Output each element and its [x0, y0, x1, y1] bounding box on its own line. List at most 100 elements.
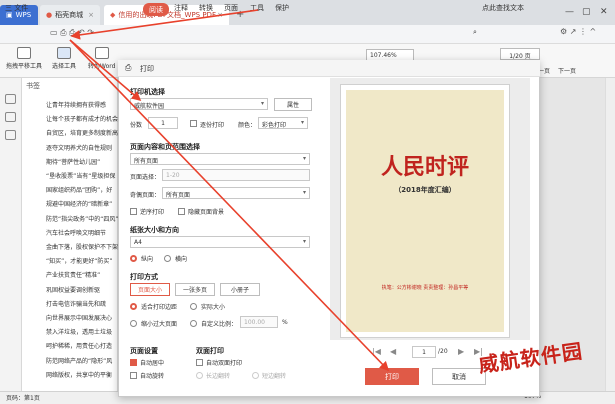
close-icon[interactable]: × — [217, 11, 223, 19]
bookmark-item[interactable]: 防范网络产品的“隐形”风 — [46, 356, 112, 365]
bookmark-item[interactable]: 期待“菩萨性幼儿园” — [46, 157, 100, 166]
bookmark-item[interactable]: 巩固权益要调创新驱 — [46, 285, 100, 294]
page-input[interactable]: 1/20 页 — [500, 48, 540, 60]
paper-select[interactable]: A4 ▾ — [130, 236, 310, 248]
bookmark-item[interactable]: 打击电信诈骗当先和疏 — [46, 299, 106, 308]
fit-margin-radio[interactable] — [130, 303, 137, 310]
actual-size-radio[interactable] — [190, 303, 197, 310]
auto-center-checkbox[interactable] — [130, 359, 137, 366]
bookmark-item[interactable]: 防范“指尖政务”中的“四风” — [46, 214, 118, 223]
auto-rotate-label: 自动旋转 — [140, 373, 165, 380]
search-text[interactable]: 点此查找文本 — [482, 3, 524, 13]
word-icon — [94, 47, 109, 59]
bookmark-item[interactable]: 国家组织药品“团购”，好 — [46, 185, 112, 194]
duplex-section-title: 双面打印 — [196, 347, 224, 355]
bookmark-item[interactable]: 禁入洋垃圾，透用土垃圾 — [46, 327, 112, 336]
printer-value: 威航软件园 — [134, 103, 165, 110]
thumbnail-icon[interactable] — [5, 112, 16, 122]
bookmark-item[interactable]: “垦收股票”当有“星级担保 — [46, 171, 115, 180]
hide-bg-checkbox[interactable] — [178, 208, 185, 215]
bookmark-title: 书签 — [26, 82, 40, 90]
select-tool-button[interactable]: 选择工具 — [52, 47, 76, 70]
landscape-radio[interactable] — [164, 255, 171, 262]
color-value: 彩色打印 — [262, 122, 287, 129]
close-icon[interactable]: × — [88, 11, 94, 19]
page-select-input[interactable]: 1-20 — [162, 169, 310, 181]
portrait-radio[interactable] — [130, 255, 137, 262]
bookmark-panel-icon[interactable] — [5, 94, 16, 104]
range-select[interactable]: 所有页面 ▾ — [130, 153, 310, 165]
hand-tool-button[interactable]: 拖拽平移工具 — [6, 47, 42, 70]
mode-page-size-button[interactable]: 页面大小 — [130, 283, 170, 296]
chevron-down-icon: ▾ — [300, 119, 304, 126]
print-dialog-header — [118, 60, 540, 77]
menu-read[interactable]: 阅读 — [143, 3, 169, 16]
bookmark-item[interactable]: 自贸区，培育更多制度新高 — [46, 128, 118, 137]
bookmark-item[interactable]: 产业扶贫责任“精准” — [46, 270, 100, 279]
mode-booklet-button[interactable]: 小册子 — [220, 283, 260, 296]
tab-store[interactable]: ● 稻壳商城 × — [40, 5, 100, 25]
bookmark-item[interactable]: 向世界展示中国发展决心 — [46, 313, 112, 322]
to-word-button[interactable]: 转为Word — [88, 47, 115, 70]
menu-tools[interactable]: 工具 — [250, 3, 264, 13]
vertical-scrollbar[interactable] — [605, 78, 615, 391]
status-page: 页码：第1页 — [6, 395, 40, 402]
chevron-down-icon: ▾ — [302, 238, 306, 245]
annotation-icon[interactable] — [5, 130, 16, 140]
auto-rotate-checkbox[interactable] — [130, 372, 137, 379]
color-label: 颜色： — [238, 122, 257, 129]
menu-quick-icons[interactable]: ▭ ⎙ ⎙ ↶ ↷ — [50, 28, 94, 38]
window-close-icon[interactable]: ✕ — [600, 7, 608, 17]
bookmark-item[interactable]: 金曲下落，股权保护不下架 — [46, 242, 118, 251]
collate-checkbox[interactable] — [190, 120, 197, 127]
reverse-checkbox[interactable] — [130, 208, 137, 215]
color-select[interactable]: 彩色打印 ▾ — [258, 117, 308, 129]
long-edge-radio[interactable] — [196, 372, 203, 379]
cancel-button[interactable]: 取消 — [432, 368, 486, 385]
menu-page[interactable]: 页面 — [224, 3, 238, 13]
bookmark-item[interactable]: 逐夺文明养犬的自性规则 — [46, 143, 112, 152]
custom-scale-radio[interactable] — [190, 320, 197, 327]
custom-scale-input[interactable]: 100.00 — [240, 316, 278, 328]
actual-size-label: 实际大小 — [201, 304, 226, 311]
copies-label: 份数 — [130, 122, 143, 129]
settings-icons[interactable]: ⚙ ↗ ⋮ ^ — [560, 27, 596, 36]
next-page-button[interactable]: 下一页 — [558, 66, 576, 75]
auto-duplex-checkbox[interactable] — [196, 359, 203, 366]
copies-stepper[interactable]: 1 — [148, 117, 178, 129]
bookmark-item[interactable]: 汽车社会呼唤文明细节 — [46, 228, 106, 237]
page-select-label: 页面选择： — [130, 174, 161, 181]
print-dialog-title: 打印 — [140, 65, 154, 73]
file-menu[interactable]: 三 文件 — [5, 3, 28, 13]
bookmark-item[interactable]: 让每个孩子都有成才的机会 — [46, 114, 118, 123]
next-page-icon[interactable]: ▶ — [458, 347, 464, 356]
menu-annotate[interactable]: 注释 — [174, 3, 188, 13]
prev-page-icon[interactable]: ◀ — [390, 347, 396, 356]
printer-icon: ⎙ — [125, 63, 132, 72]
preview-page-content — [346, 90, 504, 332]
bookmark-item[interactable]: 网络版权，共享中的平衡 — [46, 370, 112, 379]
reverse-label: 逆序打印 — [140, 209, 165, 216]
first-page-icon[interactable]: |◀ — [372, 347, 381, 356]
odd-even-select[interactable]: 所有页面 ▾ — [162, 187, 310, 199]
minimize-icon[interactable]: — — [565, 7, 574, 17]
auto-center-label: 自动居中 — [140, 360, 165, 367]
paper-section-title: 纸张大小和方向 — [130, 226, 179, 234]
short-edge-radio[interactable] — [252, 372, 259, 379]
bookmark-item[interactable]: 让青年持续拥有获得感 — [46, 100, 106, 109]
bookmark-item[interactable]: “知买”，才能更好“防买” — [46, 256, 112, 265]
maximize-icon[interactable]: ▢ — [582, 7, 591, 17]
mode-multi-page-button[interactable]: 一张多页 — [175, 283, 215, 296]
hide-bg-label: 隐藏页面背景 — [188, 209, 225, 216]
bookmark-item[interactable]: 呵护稀稀，用责任心打造 — [46, 341, 112, 350]
menu-protect[interactable]: 保护 — [275, 3, 289, 13]
properties-button[interactable]: 属性 — [274, 98, 312, 111]
printer-select[interactable]: 威航软件园 ▾ — [130, 98, 268, 110]
collate-label: 逐份打印 — [200, 122, 225, 129]
search-icon: ⌕ — [473, 28, 477, 36]
shrink-radio[interactable] — [130, 320, 137, 327]
menu-convert[interactable]: 转换 — [199, 3, 213, 13]
print-button[interactable]: 打印 — [365, 368, 419, 385]
preview-page-input[interactable]: 1 — [412, 346, 436, 358]
bookmark-item[interactable]: 规避中国经济的“暗新章” — [46, 199, 112, 208]
